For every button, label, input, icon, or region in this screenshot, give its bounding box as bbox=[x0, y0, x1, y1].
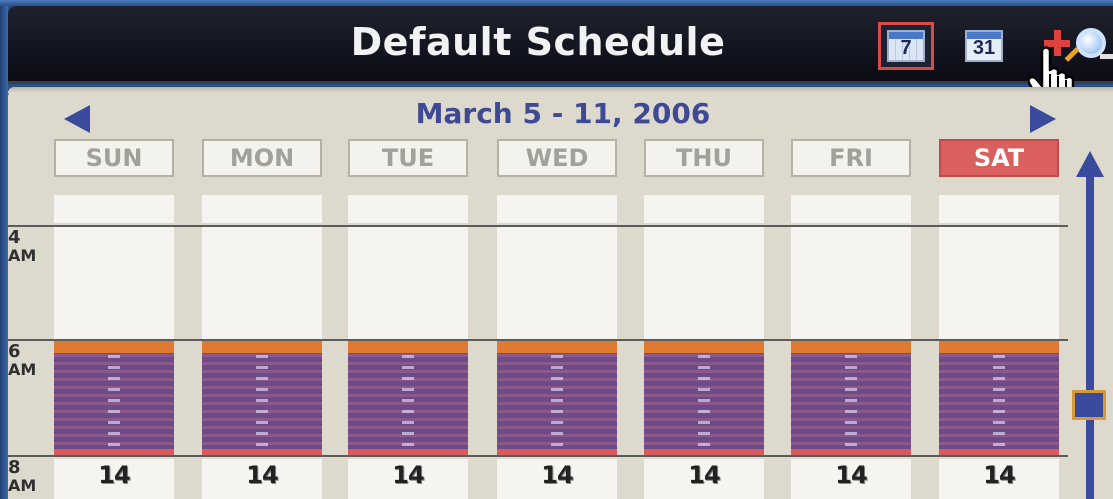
event-pattern bbox=[108, 355, 120, 447]
period-text: AM bbox=[8, 246, 37, 265]
day-header-fri[interactable]: FRI bbox=[791, 139, 911, 177]
hour-line-8am bbox=[8, 455, 1068, 457]
time-slot[interactable] bbox=[348, 195, 468, 223]
event-pattern bbox=[698, 355, 710, 447]
event-start-bar bbox=[791, 341, 911, 353]
time-slot[interactable] bbox=[644, 195, 764, 223]
cell-value: 14 bbox=[541, 461, 573, 489]
week-range-label: March 5 - 11, 2006 bbox=[415, 97, 711, 130]
cell-value: 14 bbox=[983, 461, 1015, 489]
time-label-6am: 6 AM bbox=[8, 343, 54, 379]
event-start-bar bbox=[54, 341, 174, 353]
zoom-out-icon[interactable] bbox=[1100, 54, 1113, 59]
day-column-fri[interactable]: 14 bbox=[791, 195, 911, 499]
event-start-bar bbox=[202, 341, 322, 353]
event-pattern bbox=[256, 355, 268, 447]
schedule-event[interactable] bbox=[202, 341, 322, 457]
day-column-sat[interactable]: 14 bbox=[939, 195, 1059, 499]
day-column-sun[interactable]: 14 bbox=[54, 195, 174, 499]
time-slot[interactable] bbox=[348, 227, 468, 339]
day-column-wed[interactable]: 14 bbox=[497, 195, 617, 499]
time-slot[interactable] bbox=[939, 227, 1059, 339]
day-header-mon[interactable]: MON bbox=[202, 139, 322, 177]
event-start-bar bbox=[644, 341, 764, 353]
week-view-button[interactable]: 7 bbox=[878, 22, 934, 70]
day-header-sun[interactable]: SUN bbox=[54, 139, 174, 177]
time-slot[interactable]: 14 bbox=[202, 459, 322, 499]
time-label-4am: 4 AM bbox=[8, 229, 54, 265]
month-view-day: 31 bbox=[972, 37, 996, 59]
hour-line-6am bbox=[8, 339, 1068, 341]
time-slot[interactable] bbox=[791, 227, 911, 339]
time-slot[interactable]: 14 bbox=[348, 459, 468, 499]
event-pattern bbox=[402, 355, 414, 447]
scrollbar-track[interactable] bbox=[1086, 172, 1094, 499]
period-text: AM bbox=[8, 360, 37, 379]
time-slot[interactable]: 14 bbox=[791, 459, 911, 499]
hour-line-4am bbox=[8, 225, 1068, 227]
event-start-bar bbox=[939, 341, 1059, 353]
time-slot[interactable] bbox=[54, 195, 174, 223]
cell-value: 14 bbox=[392, 461, 424, 489]
schedule-event[interactable] bbox=[644, 341, 764, 457]
hour-text: 6 bbox=[8, 341, 21, 362]
period-text: AM bbox=[8, 476, 37, 495]
week-view-day: 7 bbox=[900, 37, 912, 59]
right-triangle-icon[interactable] bbox=[1030, 105, 1056, 133]
schedule-event[interactable] bbox=[54, 341, 174, 457]
hour-text: 8 bbox=[8, 457, 21, 478]
cell-value: 14 bbox=[688, 461, 720, 489]
cell-value: 14 bbox=[246, 461, 278, 489]
event-start-bar bbox=[348, 341, 468, 353]
schedule-event[interactable] bbox=[497, 341, 617, 457]
time-slot[interactable] bbox=[497, 227, 617, 339]
day-header-wed[interactable]: WED bbox=[497, 139, 617, 177]
day-header-sat[interactable]: SAT bbox=[939, 139, 1059, 177]
time-slot[interactable] bbox=[939, 195, 1059, 223]
event-start-bar bbox=[497, 341, 617, 353]
week-calendar-icon: 7 bbox=[887, 30, 925, 62]
time-slot[interactable] bbox=[202, 195, 322, 223]
event-pattern bbox=[993, 355, 1005, 447]
day-column-thu[interactable]: 14 bbox=[644, 195, 764, 499]
schedule-event[interactable] bbox=[791, 341, 911, 457]
day-column-mon[interactable]: 14 bbox=[202, 195, 322, 499]
day-header-thu[interactable]: THU bbox=[644, 139, 764, 177]
cell-value: 14 bbox=[98, 461, 130, 489]
event-pattern bbox=[551, 355, 563, 447]
day-header-tue[interactable]: TUE bbox=[348, 139, 468, 177]
time-slot[interactable] bbox=[54, 227, 174, 339]
time-slot[interactable]: 14 bbox=[497, 459, 617, 499]
time-label-8am: 8 AM bbox=[8, 459, 54, 495]
calendar-panel: March 5 - 11, 2006 SUN MON TUE WED THU F… bbox=[8, 87, 1113, 499]
day-column-tue[interactable]: 14 bbox=[348, 195, 468, 499]
cell-value: 14 bbox=[835, 461, 867, 489]
time-slot[interactable] bbox=[202, 227, 322, 339]
month-calendar-icon: 31 bbox=[965, 30, 1003, 62]
title-bar: Default Schedule 7 31 bbox=[8, 6, 1113, 84]
time-slot[interactable]: 14 bbox=[939, 459, 1059, 499]
hour-text: 4 bbox=[8, 227, 21, 248]
time-slot[interactable] bbox=[644, 227, 764, 339]
time-slot[interactable]: 14 bbox=[54, 459, 174, 499]
panel-shadow bbox=[8, 87, 1113, 93]
time-slot[interactable] bbox=[791, 195, 911, 223]
schedule-event[interactable] bbox=[348, 341, 468, 457]
event-pattern bbox=[845, 355, 857, 447]
window-frame bbox=[0, 0, 8, 499]
month-view-button[interactable]: 31 bbox=[956, 22, 1012, 70]
schedule-event[interactable] bbox=[939, 341, 1059, 457]
time-slot[interactable]: 14 bbox=[644, 459, 764, 499]
scrollbar-thumb[interactable] bbox=[1072, 390, 1106, 420]
time-slot[interactable] bbox=[497, 195, 617, 223]
